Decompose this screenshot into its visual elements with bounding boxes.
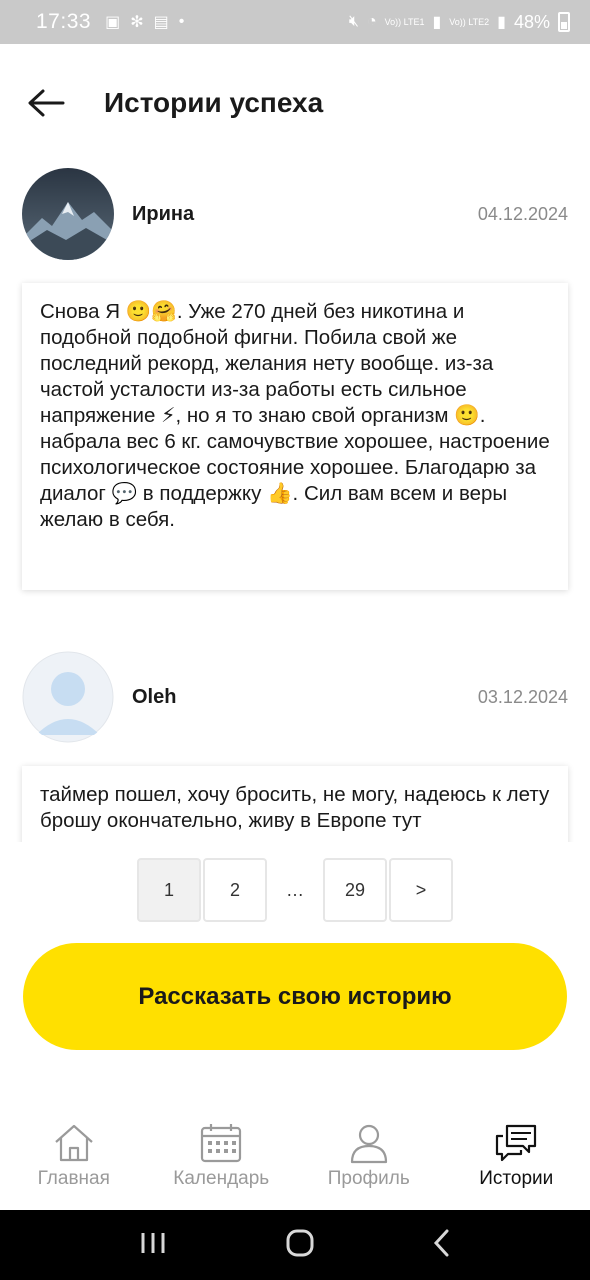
wifi-icon: ◔ xyxy=(366,13,377,30)
page-button-2[interactable]: 2 xyxy=(203,858,267,922)
gallery-icon: ▣ xyxy=(105,14,121,31)
post-author[interactable]: Oleh xyxy=(132,686,176,709)
signal-bars-icon-2: ▮ xyxy=(497,14,506,31)
status-left-icons: ▣ ✻ ▤ • xyxy=(105,12,184,32)
battery-level: 48% xyxy=(513,11,550,32)
signal-icon: Vo)) LTE1 xyxy=(384,16,425,27)
nav-label-home: Главная xyxy=(37,1168,110,1189)
recent-apps-icon xyxy=(141,1232,165,1253)
chat-icon xyxy=(496,1124,537,1162)
nav-item-calendar[interactable]: Календарь xyxy=(148,1110,296,1210)
post-header: Oleh 03.12.2024 xyxy=(22,651,568,743)
nav-item-stories[interactable]: Истории xyxy=(443,1110,590,1210)
signal-icon-2: Vo)) LTE2 xyxy=(449,16,490,27)
battery-icon xyxy=(558,12,570,32)
system-nav-bar xyxy=(0,1210,590,1280)
dot-icon: • xyxy=(178,13,185,30)
nav-item-profile[interactable]: Профиль xyxy=(295,1110,443,1210)
back-button[interactable] xyxy=(26,83,66,123)
home-icon xyxy=(55,1124,93,1162)
post-author[interactable]: Ирина xyxy=(132,203,194,226)
post-text: таймер пошел, хочу бросить, не могу, над… xyxy=(40,783,550,832)
next-page-button[interactable]: > xyxy=(389,858,453,922)
page-title: Истории успеха xyxy=(104,87,324,118)
post-header: Ирина 04.12.2024 xyxy=(22,168,568,260)
avatar[interactable] xyxy=(22,651,114,743)
calendar-icon xyxy=(201,1124,242,1163)
post-card: таймер пошел, хочу бросить, не могу, над… xyxy=(22,766,568,842)
mountain-avatar-image xyxy=(22,168,114,260)
page-ellipsis: … xyxy=(286,879,304,900)
chevron-left-icon xyxy=(433,1229,449,1256)
mute-icon: 🔇︎ xyxy=(348,13,359,30)
profile-icon xyxy=(350,1124,387,1164)
post-card: Снова Я 🙂🤗. Уже 270 дней без никотина и … xyxy=(22,283,568,590)
stories-feed[interactable]: Ирина 04.12.2024 Снова Я 🙂🤗. Уже 270 дне… xyxy=(0,162,590,842)
home-circle-icon xyxy=(286,1229,314,1256)
page-button-1[interactable]: 1 xyxy=(137,858,201,922)
fan-icon: ✻ xyxy=(130,14,144,31)
status-bar: 17:33 ▣ ✻ ▤ • 🔇︎ ◔ Vo)) LTE1 ▮ Vo)) LTE2… xyxy=(0,0,590,44)
avatar[interactable] xyxy=(22,168,114,260)
nav-label-profile: Профиль xyxy=(327,1168,410,1189)
pagination: 1 2 … 29 > xyxy=(137,858,453,922)
nav-label-calendar: Календарь xyxy=(173,1168,270,1189)
status-time: 17:33 xyxy=(36,10,92,33)
post-date: 03.12.2024 xyxy=(477,686,568,707)
arrow-left-icon xyxy=(28,89,65,117)
default-user-icon xyxy=(22,651,114,743)
post-date: 04.12.2024 xyxy=(477,203,568,224)
system-back-button[interactable] xyxy=(432,1228,452,1263)
post-text: Снова Я 🙂🤗. Уже 270 дней без никотина и … xyxy=(40,300,550,531)
news-icon: ▤ xyxy=(153,14,169,31)
signal-bars-icon: ▮ xyxy=(432,14,442,31)
page-button-29[interactable]: 29 xyxy=(323,858,387,922)
app-header: Истории успеха xyxy=(0,44,590,162)
bottom-nav: Главная Календарь Профиль Истории xyxy=(0,1110,590,1210)
status-right-icons: 🔇︎ ◔ Vo)) LTE1 ▮ Vo)) LTE2 ▮ 48% xyxy=(349,12,570,33)
nav-label-stories: Истории xyxy=(479,1168,554,1189)
recent-apps-button[interactable] xyxy=(138,1230,168,1261)
home-system-button[interactable] xyxy=(285,1228,315,1263)
tell-story-button[interactable]: Рассказать свою историю xyxy=(23,943,567,1050)
nav-item-home[interactable]: Главная xyxy=(0,1110,148,1210)
